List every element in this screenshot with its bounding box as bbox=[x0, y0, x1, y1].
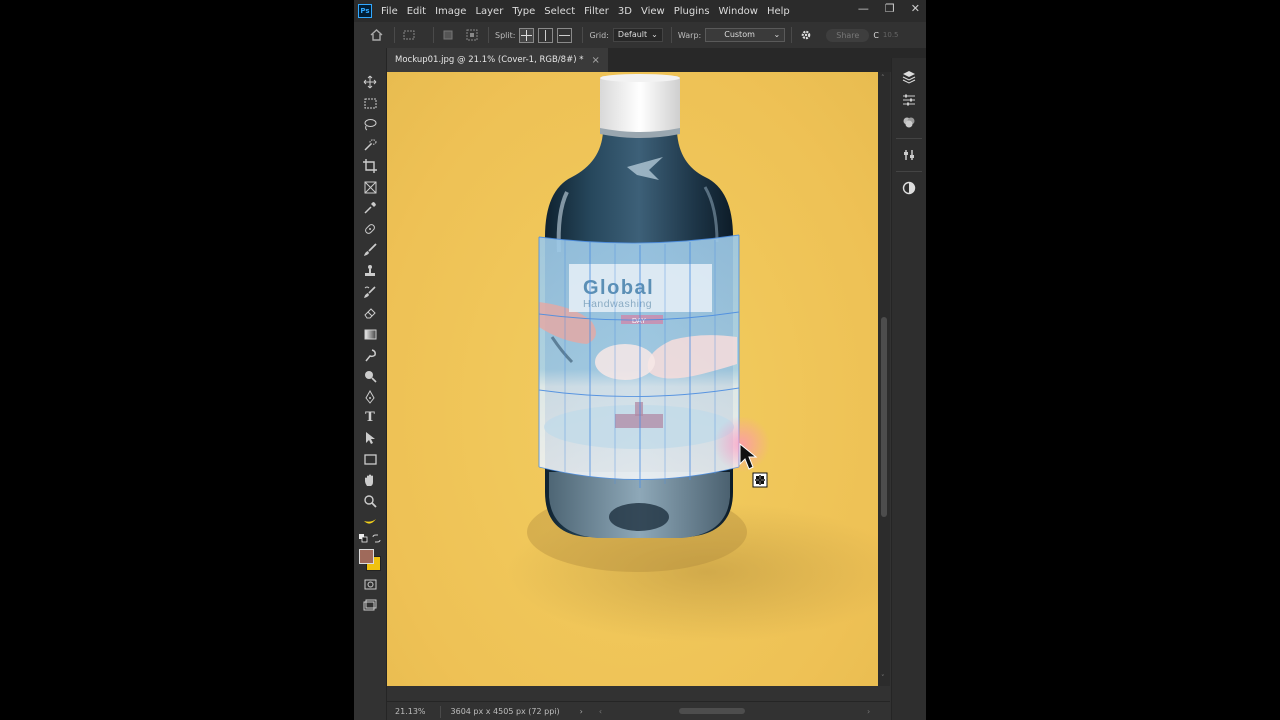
chevron-down-icon: ⌄ bbox=[651, 30, 658, 39]
smudge-tool-icon[interactable] bbox=[362, 347, 378, 363]
scroll-down-icon[interactable]: ˅ bbox=[881, 674, 885, 682]
split-horizontal-button[interactable] bbox=[557, 27, 573, 43]
healing-brush-tool-icon[interactable] bbox=[362, 221, 378, 237]
clone-stamp-tool-icon[interactable] bbox=[362, 263, 378, 279]
split-vertical-button[interactable] bbox=[538, 27, 554, 43]
transform-mode-icon[interactable] bbox=[401, 27, 417, 43]
tools-panel: T bbox=[354, 48, 387, 720]
canvas-area[interactable]: Global Handwashing DAY bbox=[387, 72, 878, 686]
warp-select[interactable]: Custom ⌄ bbox=[705, 28, 786, 42]
scroll-left-icon[interactable]: ‹ bbox=[599, 707, 602, 716]
restore-button[interactable]: ❐ bbox=[885, 2, 895, 15]
vertical-scroll-thumb[interactable] bbox=[881, 317, 887, 517]
label-title: Global bbox=[583, 277, 654, 299]
chevron-down-icon: ⌄ bbox=[773, 30, 781, 39]
split-cross-button[interactable] bbox=[519, 27, 535, 43]
option-value-field[interactable]: 10.5 bbox=[883, 31, 899, 39]
document-canvas[interactable]: Global Handwashing DAY bbox=[387, 72, 878, 686]
history-brush-tool-icon[interactable] bbox=[362, 284, 378, 300]
document-tab-title: Mockup01.jpg @ 21.1% (Cover-1, RGB/8#) * bbox=[395, 55, 584, 65]
default-colors-icon[interactable] bbox=[358, 533, 368, 543]
menu-image[interactable]: Image bbox=[435, 6, 466, 17]
menu-edit[interactable]: Edit bbox=[407, 6, 426, 17]
label-subtitle: Handwashing bbox=[583, 298, 652, 310]
grid-select-value: Default bbox=[617, 30, 648, 39]
screen-mode-icon[interactable] bbox=[362, 597, 378, 613]
mockup-image: Global Handwashing DAY bbox=[507, 74, 878, 642]
zoom-level[interactable]: 21.13% bbox=[395, 707, 426, 716]
close-button[interactable]: ✕ bbox=[911, 2, 920, 15]
menu-type[interactable]: Type bbox=[512, 6, 535, 17]
vertical-scrollbar[interactable]: ˄ ˅ bbox=[878, 72, 890, 686]
horizontal-scroll-thumb[interactable] bbox=[679, 708, 745, 714]
menu-bar: Ps File Edit Image Layer Type Select Fil… bbox=[354, 0, 926, 22]
marquee-tool-icon[interactable] bbox=[362, 95, 378, 111]
status-bar: 21.13% 3604 px x 4505 px (72 ppi) › ‹ › bbox=[387, 701, 890, 720]
commit-transform-icon[interactable] bbox=[464, 27, 480, 43]
frame-tool-icon[interactable] bbox=[362, 179, 378, 195]
window-controls: — ❐ ✕ bbox=[858, 2, 920, 15]
share-button[interactable]: Share bbox=[826, 28, 870, 42]
menu-plugins[interactable]: Plugins bbox=[674, 6, 710, 17]
options-bar: Split: Grid: Default ⌄ Warp: Custom ⌄ Sh… bbox=[354, 22, 926, 49]
warp-cursor-icon bbox=[752, 472, 768, 488]
warp-label: Warp: bbox=[677, 30, 702, 40]
quick-mask-icon[interactable] bbox=[362, 576, 378, 592]
cancel-transform-icon[interactable] bbox=[440, 27, 456, 43]
swap-colors-icon[interactable] bbox=[371, 533, 381, 543]
path-selection-tool-icon[interactable] bbox=[362, 430, 378, 446]
eraser-tool-icon[interactable] bbox=[362, 305, 378, 321]
menu-window[interactable]: Window bbox=[719, 6, 758, 17]
libraries-icon[interactable] bbox=[902, 115, 916, 129]
grid-select[interactable]: Default ⌄ bbox=[612, 28, 663, 42]
crop-tool-icon[interactable] bbox=[362, 158, 378, 174]
layers-icon[interactable] bbox=[902, 70, 916, 84]
search-icon[interactable]: C bbox=[873, 31, 879, 40]
eyedropper-tool-icon[interactable] bbox=[362, 200, 378, 216]
photoshop-window: Ps File Edit Image Layer Type Select Fil… bbox=[354, 0, 926, 720]
scroll-right-icon[interactable]: › bbox=[867, 707, 870, 716]
menu-layer[interactable]: Layer bbox=[475, 6, 503, 17]
label-badge: DAY bbox=[632, 318, 646, 325]
warp-select-value: Custom bbox=[724, 30, 755, 39]
menu-filter[interactable]: Filter bbox=[584, 6, 609, 17]
menu-file[interactable]: File bbox=[381, 6, 398, 17]
close-tab-icon[interactable]: × bbox=[591, 55, 599, 66]
right-panel-dock bbox=[891, 58, 926, 720]
foreground-color-swatch[interactable] bbox=[359, 549, 374, 564]
menu-select[interactable]: Select bbox=[544, 6, 575, 17]
gradient-tool-icon[interactable] bbox=[362, 326, 378, 342]
grid-label: Grid: bbox=[589, 30, 609, 40]
photoshop-logo-icon: Ps bbox=[358, 4, 372, 18]
zoom-tool-icon[interactable] bbox=[362, 493, 378, 509]
document-size: 3604 px x 4505 px (72 ppi) bbox=[450, 707, 560, 716]
banana-icon[interactable] bbox=[362, 514, 378, 530]
status-menu-chevron-icon[interactable]: › bbox=[580, 707, 583, 716]
document-tabs: Mockup01.jpg @ 21.1% (Cover-1, RGB/8#) *… bbox=[387, 48, 926, 72]
type-tool-icon[interactable]: T bbox=[362, 409, 378, 425]
dodge-tool-icon[interactable] bbox=[362, 368, 378, 384]
document-tab[interactable]: Mockup01.jpg @ 21.1% (Cover-1, RGB/8#) *… bbox=[387, 48, 608, 72]
menu-view[interactable]: View bbox=[641, 6, 665, 17]
move-tool-icon[interactable] bbox=[362, 74, 378, 90]
color-wheel-icon[interactable] bbox=[902, 181, 916, 195]
menu-3d[interactable]: 3D bbox=[618, 6, 632, 17]
split-label: Split: bbox=[495, 30, 516, 40]
adjustments-icon[interactable] bbox=[902, 93, 916, 107]
scroll-up-icon[interactable]: ˄ bbox=[881, 74, 885, 82]
pen-tool-icon[interactable] bbox=[362, 389, 378, 405]
minimize-button[interactable]: — bbox=[858, 2, 869, 15]
gear-icon[interactable] bbox=[798, 27, 814, 43]
hand-tool-icon[interactable] bbox=[362, 472, 378, 488]
rectangle-tool-icon[interactable] bbox=[362, 451, 378, 467]
lasso-tool-icon[interactable] bbox=[362, 116, 378, 132]
properties-icon[interactable] bbox=[902, 148, 916, 162]
brush-tool-icon[interactable] bbox=[362, 242, 378, 258]
home-icon[interactable] bbox=[368, 27, 384, 43]
menu-help[interactable]: Help bbox=[767, 6, 790, 17]
quick-selection-tool-icon[interactable] bbox=[362, 137, 378, 153]
